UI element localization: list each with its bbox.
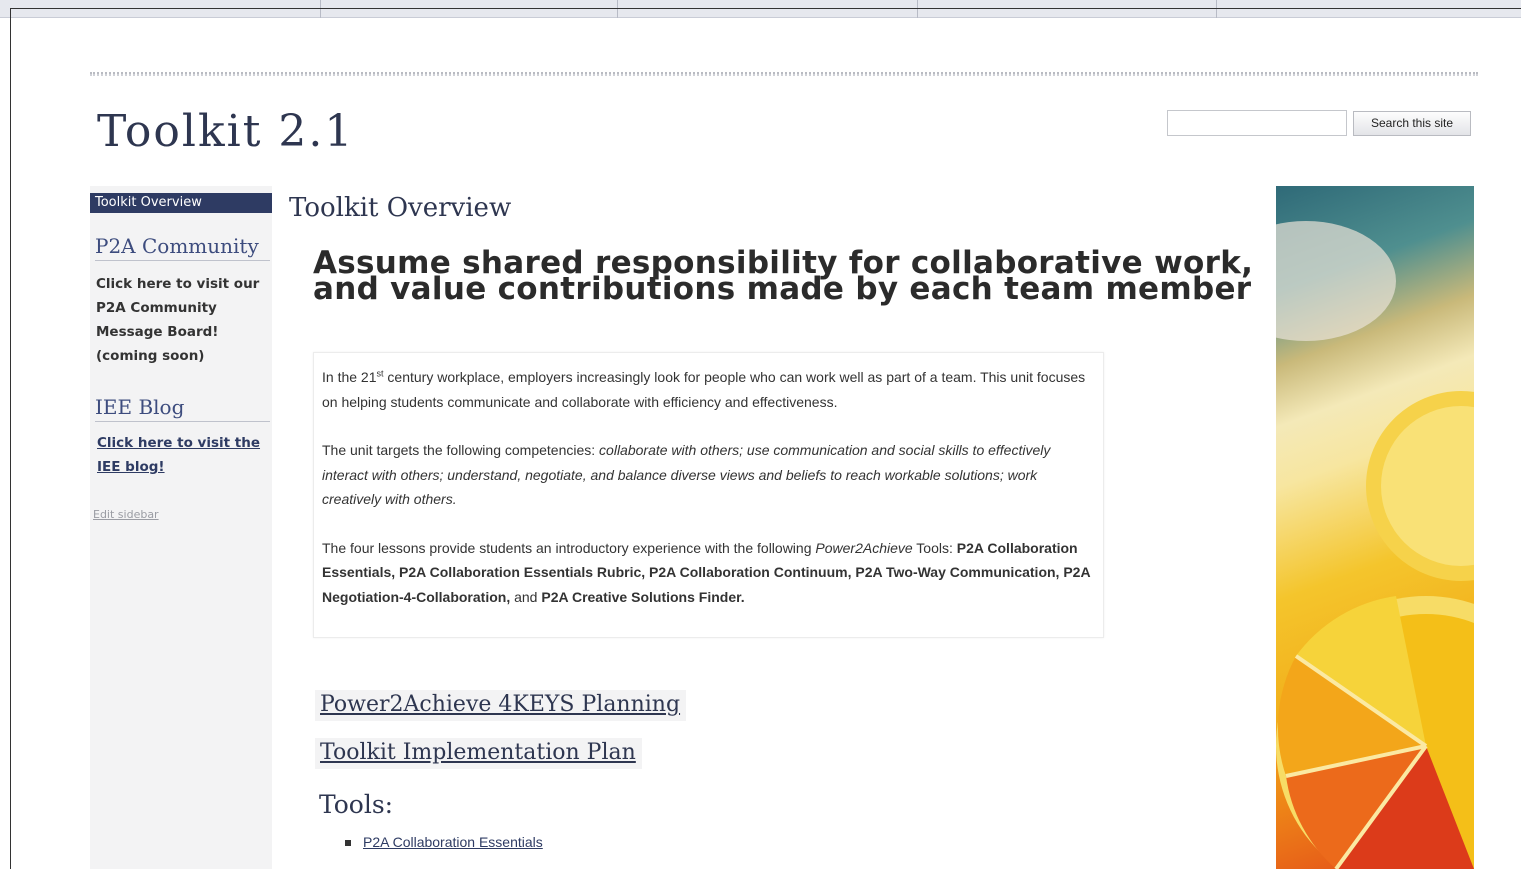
frame-left-border [10, 8, 11, 869]
para1-text-end: century workplace, employers increasingl… [322, 369, 1086, 410]
para3-tools-word: Tools: [912, 539, 957, 556]
search-input[interactable] [1167, 110, 1347, 136]
para2-lead: The unit targets the following competenc… [322, 442, 600, 458]
sidebar-p2a-community-text[interactable]: Click here to visit our P2A Community Me… [96, 272, 266, 368]
para1-text-start: In the 21 [322, 369, 377, 385]
unit-headline: Assume shared responsibility for collabo… [313, 245, 1254, 307]
toolbar-divider [917, 0, 918, 18]
citrus-slices-illustration [1276, 221, 1474, 869]
tools-heading: Tools: [319, 790, 394, 819]
toolbar-divider [1216, 0, 1217, 18]
sidebar: Toolkit Overview P2A Community Click her… [90, 186, 272, 869]
search-button[interactable]: Search this site [1353, 111, 1471, 136]
header-divider [90, 72, 1478, 76]
site-title[interactable]: Toolkit 2.1 [97, 106, 354, 157]
highlight-shape [1276, 221, 1396, 341]
overview-paragraph-2: The unit targets the following competenc… [322, 438, 1095, 512]
sidebar-heading-p2a-community: P2A Community [95, 234, 270, 261]
frame-top-border [10, 8, 1521, 9]
tool-link[interactable]: P2A Collaboration Essentials [363, 834, 543, 850]
tools-list: P2A Collaboration Essentials [345, 834, 543, 850]
para3-lead: The four lessons provide students an int… [322, 539, 816, 556]
toolbar-divider [320, 0, 321, 18]
browser-top-strip [0, 0, 1521, 18]
link-implementation-plan[interactable]: Toolkit Implementation Plan [315, 738, 642, 769]
link-4keys-planning[interactable]: Power2Achieve 4KEYS Planning [315, 690, 687, 721]
sidebar-iee-blog-link[interactable]: Click here to visit the IEE blog! [97, 431, 267, 479]
edit-sidebar-link[interactable]: Edit sidebar [93, 508, 159, 521]
sidebar-heading-iee-blog: IEE Blog [95, 395, 270, 422]
page-title: Toolkit Overview [289, 193, 512, 223]
sidebar-item-toolkit-overview[interactable]: Toolkit Overview [90, 193, 272, 213]
tools-list-item[interactable]: P2A Collaboration Essentials [345, 834, 543, 850]
para3-and: and [510, 588, 542, 605]
citrus-image [1276, 186, 1474, 869]
para3-brand: Power2Achieve [815, 539, 913, 556]
overview-paragraph-1: In the 21st century workplace, employers… [322, 365, 1095, 414]
toolbar-divider [617, 0, 618, 18]
para1-superscript: st [376, 368, 384, 379]
overview-paragraph-3: The four lessons provide students an int… [322, 536, 1095, 610]
bullet-icon [345, 840, 351, 847]
para3-last-tool: P2A Creative Solutions Finder. [541, 588, 745, 605]
overview-text-box: In the 21st century workplace, employers… [313, 352, 1104, 638]
